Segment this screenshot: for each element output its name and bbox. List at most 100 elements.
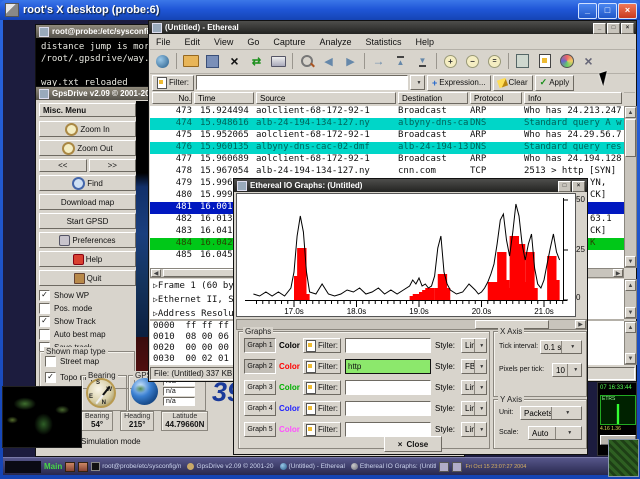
taskbar-pager-button-1[interactable] xyxy=(65,462,75,472)
apply-button[interactable]: Apply xyxy=(535,75,575,91)
menu-capture[interactable]: Capture xyxy=(273,37,305,47)
prefs-button[interactable] xyxy=(578,51,599,71)
task-iograph[interactable]: Ethereal IO Graphs: (Untitl xyxy=(351,463,437,470)
find-button[interactable] xyxy=(296,51,317,71)
back-button[interactable] xyxy=(318,51,339,71)
ethereal-titlebar[interactable]: (Untitled) - Ethereal _ □ × xyxy=(149,21,636,34)
graph-5-filter-input[interactable] xyxy=(345,422,431,437)
graph-5-toggle-button[interactable]: Graph 5 xyxy=(244,422,276,437)
hex-vscrollbar[interactable]: ▲ ▼ xyxy=(624,321,637,365)
io-graphs-titlebar[interactable]: Ethereal IO Graphs: (Untitled) □ × xyxy=(234,179,587,192)
clear-button[interactable]: Clear xyxy=(493,75,533,91)
menu-file[interactable]: File xyxy=(156,37,171,47)
task-terminal[interactable]: root@probe/etc/sysconfig/n xyxy=(91,462,181,471)
ethereal-minimize-button[interactable]: _ xyxy=(593,23,606,34)
taskbar-main-menu[interactable]: Main xyxy=(44,462,62,471)
desktop-pager-thumbnail[interactable] xyxy=(608,439,639,477)
menu-go[interactable]: Go xyxy=(247,37,259,47)
menu-edit[interactable]: Edit xyxy=(185,37,201,47)
io-graph-hscrollbar[interactable]: ▶ xyxy=(236,319,587,330)
print-button[interactable] xyxy=(268,51,289,71)
packet-row[interactable]: 47815.967054alb-24-194-134-127.nycnn.com… xyxy=(150,166,624,178)
ethereal-close-button[interactable]: × xyxy=(621,23,634,34)
packet-row[interactable]: 47315.924494aolclient-68-172-92-1Broadca… xyxy=(150,106,624,118)
reload-button[interactable] xyxy=(246,51,267,71)
open-button[interactable] xyxy=(180,51,201,71)
quit-button[interactable]: Quit xyxy=(39,270,136,286)
graph-3-filter-input[interactable] xyxy=(345,380,431,395)
column-header-no[interactable]: No. xyxy=(152,92,192,104)
zoom-in-button[interactable] xyxy=(440,51,461,71)
taskbar-small-button-2[interactable] xyxy=(452,462,462,472)
close-button[interactable] xyxy=(224,51,245,71)
zoom-100-button[interactable] xyxy=(484,51,505,71)
task-gpsdrive[interactable]: GpsDrive v2.09 © 2001-20 xyxy=(187,463,273,470)
graph-4-filter-input[interactable] xyxy=(345,401,431,416)
column-header-destination[interactable]: Destination xyxy=(398,92,468,104)
graph-1-style-dropdown[interactable]: Line▼ xyxy=(461,338,487,353)
scale-prev-button[interactable]: << xyxy=(39,159,87,172)
column-header-protocol[interactable]: Protocol xyxy=(470,92,522,104)
taskbar-launcher[interactable] xyxy=(5,461,41,473)
task-ethereal[interactable]: (Untitled) - Ethereal xyxy=(280,463,345,470)
ethereal-maximize-button[interactable]: □ xyxy=(607,23,620,34)
menu-view[interactable]: View xyxy=(214,37,233,47)
column-header-time[interactable]: Time xyxy=(194,92,254,104)
pos-mode-checkbox[interactable]: Pos. mode xyxy=(39,302,136,315)
start-gpsd-button[interactable]: Start GPSD xyxy=(39,213,136,229)
scale-dropdown[interactable]: Auto▼ xyxy=(528,426,582,440)
vnc-close-button[interactable]: × xyxy=(618,3,637,19)
street-map-checkbox[interactable]: Street map xyxy=(45,355,134,368)
coloring-button[interactable] xyxy=(556,51,577,71)
graph-3-style-dropdown[interactable]: Line▼ xyxy=(461,380,487,395)
io-graphs-window[interactable]: Ethereal IO Graphs: (Untitled) □ × 17.0s… xyxy=(233,178,588,455)
vnc-minimize-button[interactable]: _ xyxy=(578,3,597,19)
bottom-button[interactable] xyxy=(412,51,433,71)
packet-row[interactable]: 47415.948616alb-24-194-134-127.nyalbyny-… xyxy=(150,118,624,130)
graph-1-filter-input[interactable] xyxy=(345,338,431,353)
logo-button[interactable] xyxy=(152,51,173,71)
graph-2-toggle-button[interactable]: Graph 2 xyxy=(244,359,276,374)
filter-button[interactable]: Filter: xyxy=(152,75,194,91)
show-wp-checkbox[interactable]: Show WP xyxy=(39,289,136,302)
packet-row[interactable]: 47715.960689aolclient-68-172-92-1Broadca… xyxy=(150,154,624,166)
close-button[interactable]: Close xyxy=(384,436,442,452)
zoom-out-button[interactable]: Zoom Out xyxy=(39,140,136,156)
graph-2-style-dropdown[interactable]: FBar▼ xyxy=(461,359,487,374)
graph-2-filter-button[interactable]: Filter: xyxy=(303,359,341,374)
graph-1-toggle-button[interactable]: Graph 1 xyxy=(244,338,276,353)
forward-button[interactable] xyxy=(340,51,361,71)
column-header-info[interactable]: Info xyxy=(524,92,622,104)
graph-2-filter-input[interactable]: http xyxy=(345,359,431,374)
preferences-button[interactable]: Preferences xyxy=(39,232,136,248)
vnc-maximize-button[interactable]: □ xyxy=(598,3,617,19)
menu-statistics[interactable]: Statistics xyxy=(365,37,401,47)
menu-analyze[interactable]: Analyze xyxy=(319,37,351,47)
graph-3-toggle-button[interactable]: Graph 3 xyxy=(244,380,276,395)
download-map-button[interactable]: Download map xyxy=(39,194,136,210)
graph-4-filter-button[interactable]: Filter: xyxy=(303,401,341,416)
vnc-titlebar[interactable]: root's X desktop (probe:6) xyxy=(0,0,640,20)
zoom-out-button[interactable] xyxy=(462,51,483,71)
scale-next-button[interactable]: >> xyxy=(89,159,137,172)
find-button[interactable]: Find xyxy=(39,175,136,191)
misc-menu-button[interactable]: Misc. Menu xyxy=(39,103,136,117)
column-header-source[interactable]: Source xyxy=(256,92,396,104)
detail-vscrollbar[interactable]: ▲ ▼ xyxy=(624,279,637,319)
taskbar-small-button-1[interactable] xyxy=(439,462,449,472)
expression-button[interactable]: Expression... xyxy=(427,75,491,91)
taskbar-pager-button-2[interactable] xyxy=(78,462,88,472)
filter-dropdown-button[interactable]: ▼ xyxy=(410,75,425,90)
packet-row[interactable]: 47515.952065aolclient-68-172-92-1Broadca… xyxy=(150,130,624,142)
io-maximize-button[interactable]: □ xyxy=(558,181,571,192)
worldmap-window[interactable] xyxy=(2,386,82,448)
io-close-button[interactable]: × xyxy=(572,181,585,192)
goto-button[interactable] xyxy=(368,51,389,71)
menu-help[interactable]: Help xyxy=(415,37,434,47)
top-button[interactable] xyxy=(390,51,411,71)
graph-4-style-dropdown[interactable]: Line▼ xyxy=(461,401,487,416)
auto-best-map-checkbox[interactable]: Auto best map xyxy=(39,328,136,341)
graph-4-toggle-button[interactable]: Graph 4 xyxy=(244,401,276,416)
capture-filter-button[interactable] xyxy=(512,51,533,71)
graph-3-filter-button[interactable]: Filter: xyxy=(303,380,341,395)
